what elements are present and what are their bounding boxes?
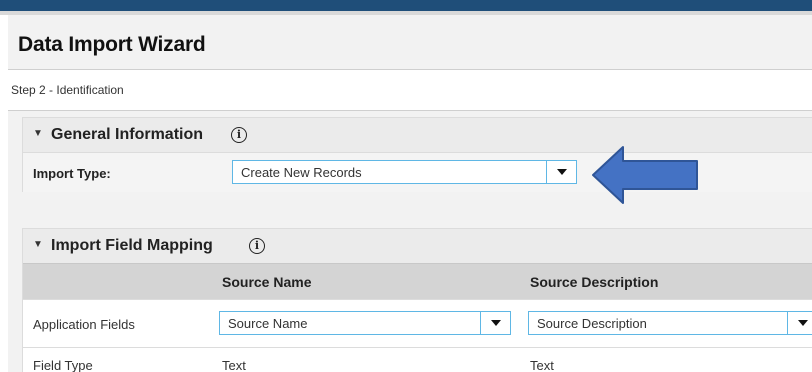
mapping-column-headers: Source Name Source Description: [23, 263, 812, 299]
source-name-select[interactable]: Source Name: [219, 311, 511, 335]
step-label: Step 2 - Identification: [11, 83, 124, 97]
info-icon[interactable]: i: [249, 238, 265, 254]
chevron-down-icon[interactable]: [787, 312, 812, 334]
table-row: Field Type Text Text: [23, 347, 812, 372]
page-title: Data Import Wizard: [18, 33, 206, 56]
import-field-mapping-header[interactable]: ▼ Import Field Mapping i: [23, 229, 812, 263]
source-description-select[interactable]: Source Description: [528, 311, 812, 335]
callout-arrow-icon: [592, 146, 698, 204]
info-icon[interactable]: i: [231, 127, 247, 143]
import-type-value: Create New Records: [241, 165, 362, 180]
import-field-mapping-section: ▼ Import Field Mapping i Source Name Sou…: [22, 228, 812, 372]
column-header-source-description: Source Description: [530, 274, 659, 290]
top-banner: [0, 0, 812, 11]
table-row: Application Fields Source Name Source De…: [23, 299, 812, 347]
step-bar: Step 2 - Identification: [8, 69, 812, 111]
chevron-down-icon[interactable]: [546, 161, 576, 183]
source-description-select-value: Source Description: [537, 316, 647, 331]
row-label: Application Fields: [33, 317, 135, 332]
row-label: Field Type: [33, 358, 93, 372]
import-type-label: Import Type:: [33, 166, 111, 181]
field-type-value: Text: [530, 358, 554, 372]
field-type-value: Text: [222, 358, 246, 372]
collapse-caret-icon[interactable]: ▼: [33, 128, 43, 139]
collapse-caret-icon[interactable]: ▼: [33, 239, 43, 250]
general-information-title: General Information: [51, 126, 204, 143]
source-name-select-value: Source Name: [228, 316, 308, 331]
import-field-mapping-title: Import Field Mapping: [51, 237, 213, 254]
chevron-down-icon[interactable]: [480, 312, 510, 334]
column-header-source-name: Source Name: [222, 274, 312, 290]
import-type-select[interactable]: Create New Records: [232, 160, 577, 184]
